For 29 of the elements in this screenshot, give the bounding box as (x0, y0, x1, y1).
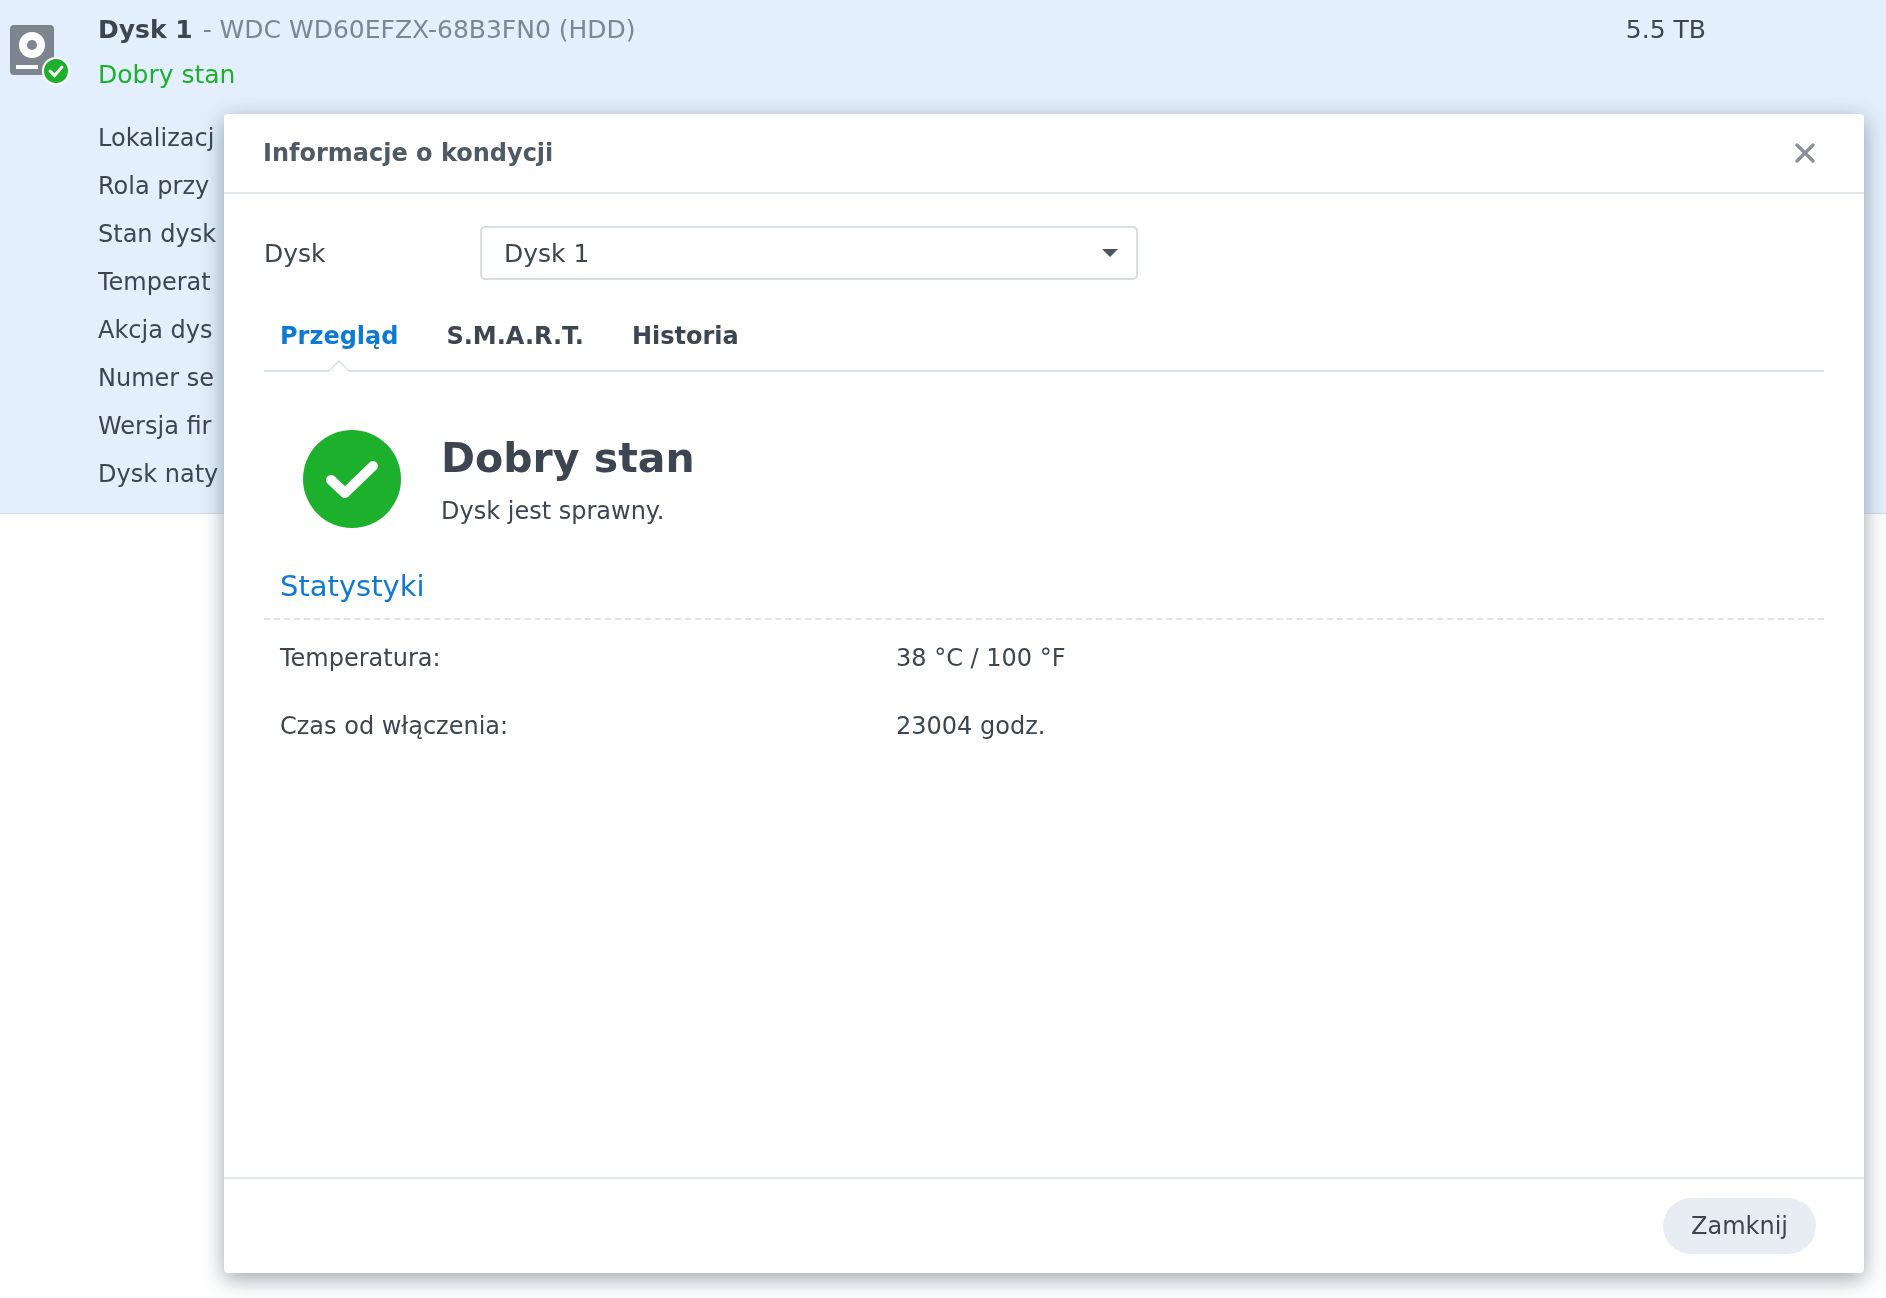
detail-label: Akcja dys (98, 315, 213, 346)
disk-icon (10, 25, 72, 87)
stat-value: 23004 godz. (896, 711, 1046, 742)
close-button[interactable]: Zamknij (1663, 1198, 1816, 1254)
caret-icon (1102, 248, 1118, 258)
section-title: Statystyki (279, 568, 426, 605)
close-icon[interactable] (1794, 142, 1816, 164)
detail-label: Rola przy (98, 171, 210, 202)
detail-label: Wersja fir (98, 411, 212, 442)
disk-dropdown[interactable]: Dysk 1 (480, 226, 1138, 280)
detail-label: Numer se (98, 363, 215, 394)
health-description: Dysk jest sprawny. (441, 497, 666, 525)
field-label: Dysk (264, 238, 327, 268)
health-status: Dobry stan (441, 433, 695, 483)
stat-label: Temperatura: (280, 643, 442, 674)
tab[interactable]: Przegląd (280, 314, 399, 370)
detail-label: Dysk naty (98, 459, 219, 490)
detail-label: Stan dysk (98, 219, 217, 250)
disk-status: Dobry stan (98, 59, 237, 91)
detail-label: Lokalizacj (98, 123, 215, 154)
disk-name: Dysk 1 (98, 15, 193, 44)
disk-model: - WDC WD60EFZX-68B3FN0 (HDD) (202, 15, 636, 44)
stat-value: 38 °C / 100 °F (896, 643, 1066, 674)
disk-size: 5.5 TB (1625, 14, 1706, 46)
tab[interactable]: Historia (631, 314, 739, 370)
tab[interactable]: S.M.A.R.T. (446, 314, 584, 370)
dialog-title: Informacje o kondycji (263, 139, 554, 167)
detail-label: Temperat (98, 267, 211, 298)
stat-label: Czas od włączenia: (280, 711, 510, 742)
